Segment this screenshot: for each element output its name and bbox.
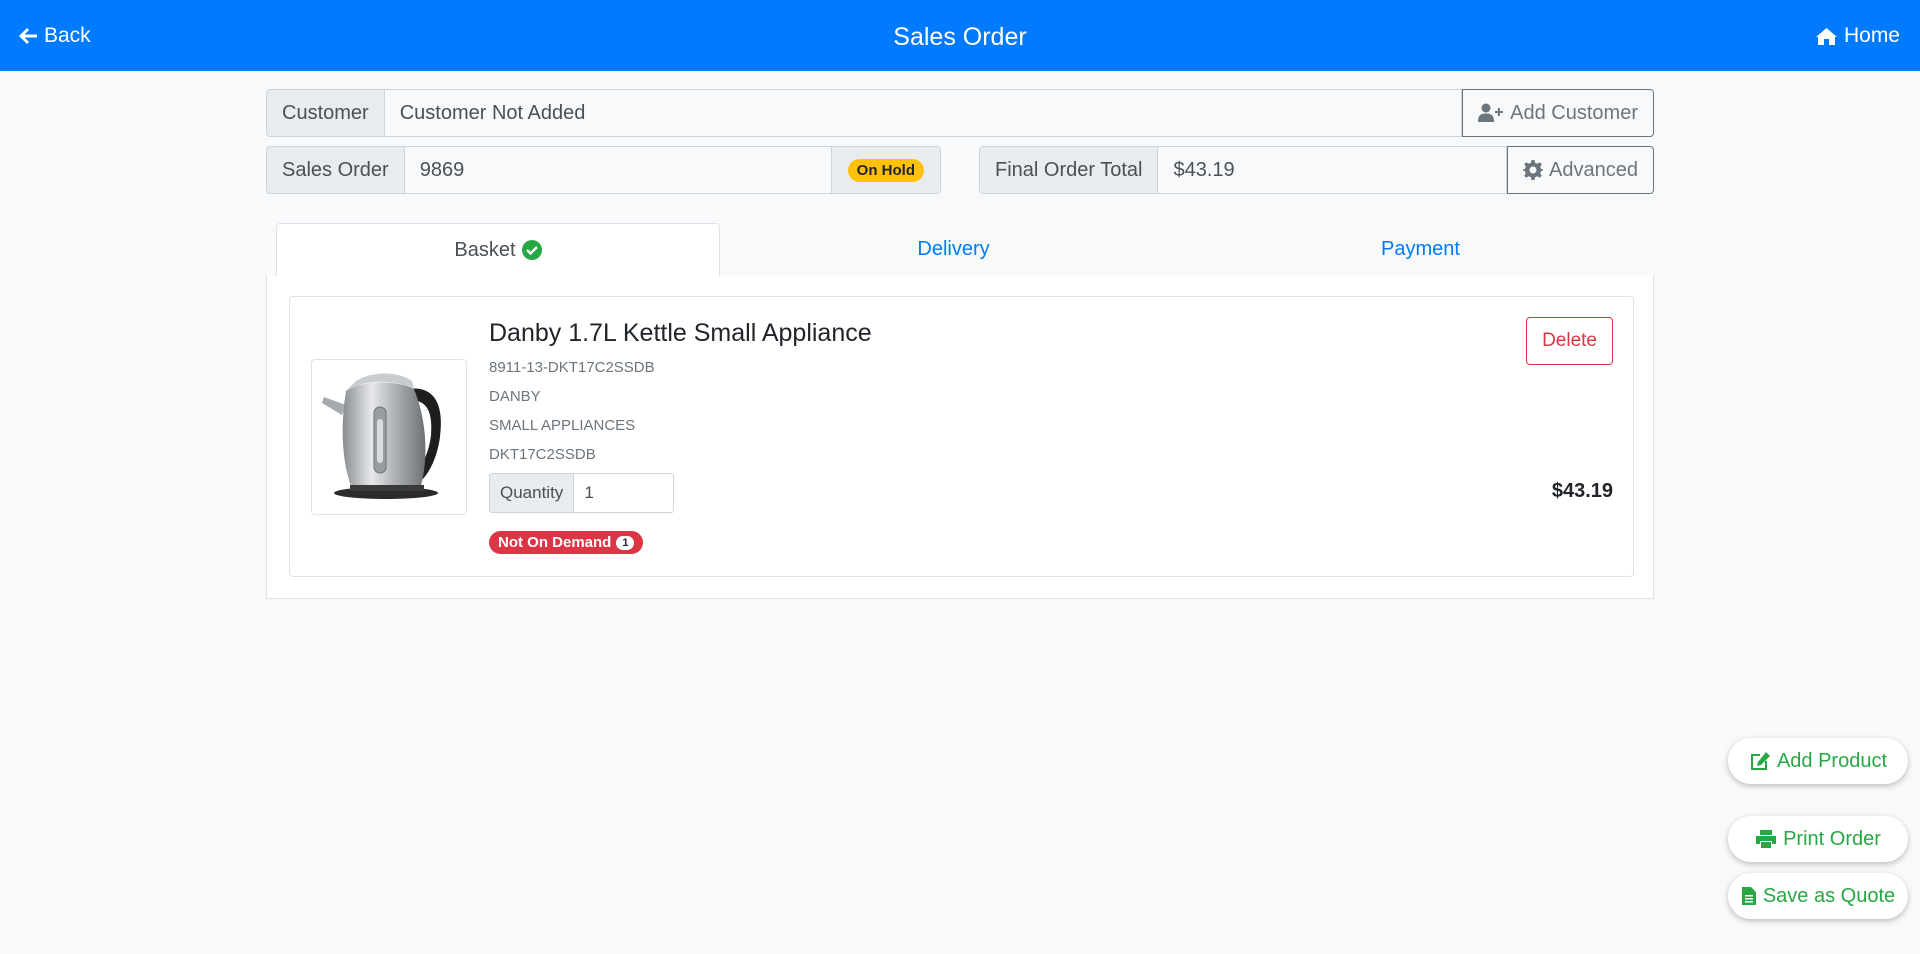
demand-badge-label: Not On Demand bbox=[498, 534, 612, 551]
product-brand: DANBY bbox=[489, 388, 541, 405]
tab-basket-label: Basket bbox=[454, 238, 516, 261]
tab-basket[interactable]: Basket bbox=[276, 223, 720, 277]
customer-value: Customer Not Added bbox=[384, 89, 1463, 137]
product-name: Danby 1.7L Kettle Small Appliance bbox=[489, 319, 872, 347]
top-navbar: Back Sales Order Home bbox=[0, 0, 1920, 71]
tab-delivery-label: Delivery bbox=[917, 238, 990, 260]
demand-count: 1 bbox=[616, 535, 635, 550]
add-product-label: Add Product bbox=[1776, 749, 1888, 772]
save-quote-label: Save as Quote bbox=[1762, 884, 1896, 907]
product-model: DKT17C2SSDB bbox=[489, 446, 596, 463]
user-plus-icon bbox=[1478, 103, 1504, 122]
demand-badge: Not On Demand 1 bbox=[489, 531, 644, 554]
product-image bbox=[311, 359, 467, 515]
print-order-label: Print Order bbox=[1783, 827, 1881, 850]
print-icon bbox=[1756, 830, 1777, 848]
add-product-button[interactable]: Add Product bbox=[1728, 738, 1908, 784]
page-title: Sales Order bbox=[893, 23, 1027, 51]
tab-payment[interactable]: Payment bbox=[1187, 223, 1654, 276]
basket-panel: Danby 1.7L Kettle Small Appliance 8911-1… bbox=[266, 276, 1654, 599]
delete-button[interactable]: Delete bbox=[1526, 317, 1613, 365]
quantity-label: Quantity bbox=[489, 473, 575, 513]
final-total-value: $43.19 bbox=[1158, 146, 1508, 194]
order-tabs: Basket Delivery Payment bbox=[266, 223, 1654, 277]
sales-order-group: Sales Order 9869 On Hold bbox=[266, 146, 941, 194]
quantity-group: Quantity bbox=[489, 473, 675, 513]
advanced-label: Advanced bbox=[1549, 158, 1638, 181]
tab-delivery[interactable]: Delivery bbox=[720, 223, 1187, 276]
home-icon bbox=[1815, 27, 1837, 45]
sales-order-label: Sales Order bbox=[266, 146, 405, 194]
customer-group: Customer Customer Not Added Add Customer bbox=[266, 89, 1654, 137]
order-status-badge: On Hold bbox=[847, 158, 924, 182]
gear-icon bbox=[1523, 160, 1544, 180]
home-label: Home bbox=[1843, 24, 1900, 47]
final-total-group: Final Order Total $43.19 Advanced bbox=[979, 146, 1654, 194]
edit-icon bbox=[1750, 752, 1770, 770]
tab-payment-label: Payment bbox=[1381, 238, 1460, 260]
order-status-wrap: On Hold bbox=[831, 146, 941, 194]
document-icon bbox=[1741, 887, 1756, 905]
product-category: SMALL APPLIANCES bbox=[489, 417, 636, 434]
basket-item-card: Danby 1.7L Kettle Small Appliance 8911-1… bbox=[289, 296, 1634, 577]
item-price: $43.19 bbox=[1551, 480, 1613, 502]
final-total-label: Final Order Total bbox=[979, 146, 1159, 194]
customer-label: Customer bbox=[266, 89, 385, 137]
add-customer-label: Add Customer bbox=[1510, 101, 1638, 124]
kettle-image bbox=[322, 373, 441, 499]
product-sku: 8911-13-DKT17C2SSDB bbox=[489, 359, 655, 376]
home-button[interactable]: Home bbox=[1815, 24, 1900, 48]
save-quote-button[interactable]: Save as Quote bbox=[1728, 873, 1908, 919]
advanced-button[interactable]: Advanced bbox=[1507, 146, 1654, 194]
print-order-button[interactable]: Print Order bbox=[1728, 816, 1908, 862]
check-circle-icon bbox=[521, 240, 542, 260]
add-customer-button[interactable]: Add Customer bbox=[1462, 89, 1654, 137]
quantity-input[interactable] bbox=[574, 473, 675, 513]
sales-order-number: 9869 bbox=[404, 146, 832, 194]
